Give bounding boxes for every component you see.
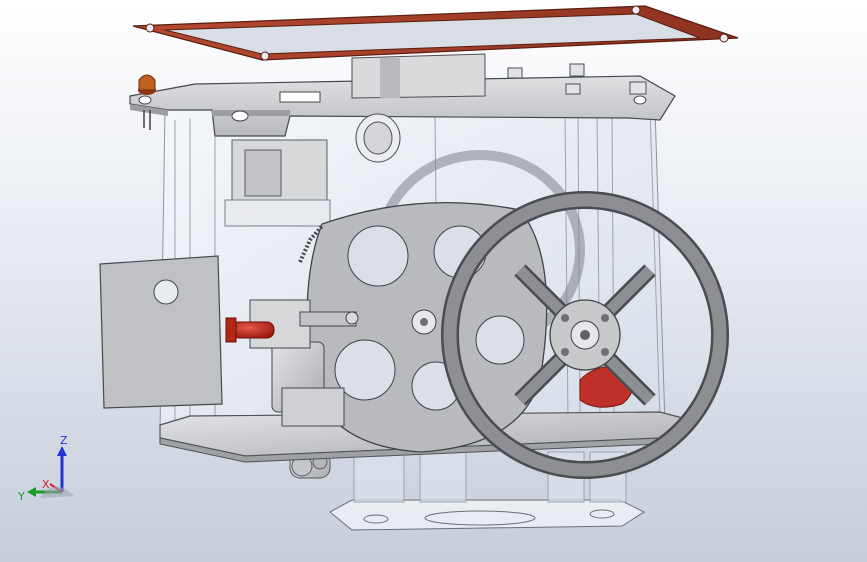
side-bracket-plate[interactable] (99, 255, 223, 409)
top-center-block[interactable] (351, 53, 486, 99)
red-toggle-knob[interactable] (225, 317, 275, 343)
stepper-motor[interactable] (224, 139, 331, 227)
top-gasket-frame[interactable] (132, 5, 739, 61)
encoder-knob[interactable] (355, 113, 401, 163)
y-axis-label: Y (17, 490, 25, 503)
cad-viewport[interactable]: Z X Y (0, 0, 867, 562)
assembly-model[interactable] (0, 0, 867, 562)
x-axis-label: X (42, 478, 50, 491)
y-axis-arrowhead (27, 487, 36, 497)
bottom-base-plate[interactable] (329, 499, 646, 531)
z-axis-arrowhead (57, 446, 67, 456)
z-axis-label: Z (60, 436, 68, 447)
coordinate-triad: Z X Y (17, 436, 74, 503)
